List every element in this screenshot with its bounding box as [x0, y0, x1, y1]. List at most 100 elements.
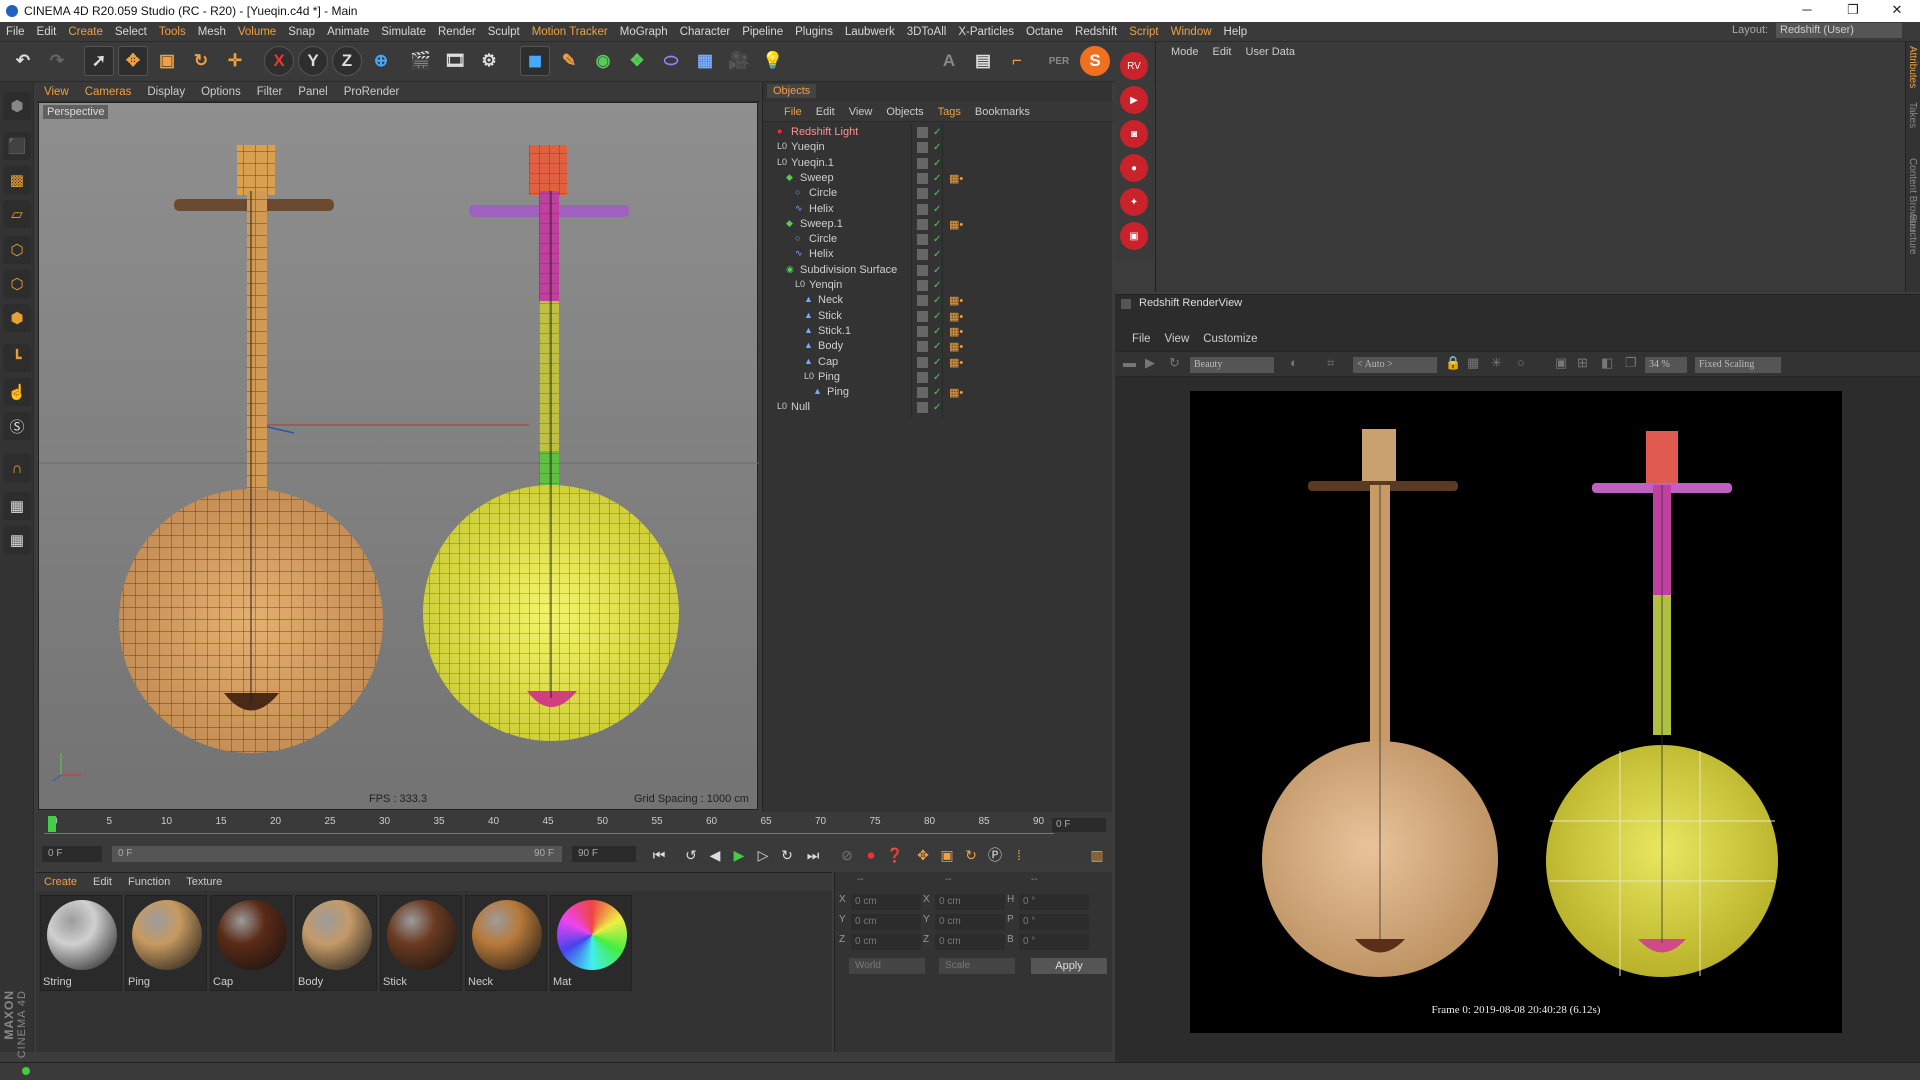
zoom-field[interactable]: 34 % — [1645, 357, 1687, 373]
camera-icon[interactable]: 🎥 — [724, 46, 754, 76]
pen-spline-icon[interactable]: ✎ — [554, 46, 584, 76]
material-menu-create[interactable]: Create — [36, 876, 85, 888]
editor-visibility-toggle[interactable] — [917, 341, 928, 353]
enabled-check-icon[interactable]: ✓ — [933, 233, 941, 247]
attribute-menu-user-data[interactable]: User Data — [1239, 46, 1303, 58]
menu-mesh[interactable]: Mesh — [192, 26, 232, 38]
redshift-ipr-icon[interactable]: ▶ — [1120, 86, 1148, 114]
enabled-check-icon[interactable]: ✓ — [933, 279, 941, 293]
minimize-button[interactable]: ─ — [1784, 0, 1830, 22]
coord-value-field[interactable]: 0 cm — [935, 914, 1005, 930]
apply-button[interactable]: Apply — [1031, 958, 1107, 974]
film-icon[interactable]: ▬ — [1123, 355, 1136, 370]
texture-tag-icon[interactable]: ▦• — [949, 340, 963, 354]
next-frame-icon[interactable]: ▷ — [752, 844, 774, 866]
enabled-check-icon[interactable]: ✓ — [933, 248, 941, 262]
coord-value-field[interactable]: 0 cm — [851, 914, 921, 930]
menu-tools[interactable]: Tools — [153, 26, 192, 38]
editor-visibility-toggle[interactable] — [917, 157, 928, 169]
viewport-menu-filter[interactable]: Filter — [249, 86, 291, 98]
menu-sculpt[interactable]: Sculpt — [482, 26, 526, 38]
menu-select[interactable]: Select — [109, 26, 153, 38]
go-to-start-icon[interactable]: ⏮ — [648, 844, 670, 866]
material-menu-texture[interactable]: Texture — [178, 876, 230, 888]
menu-animate[interactable]: Animate — [321, 26, 375, 38]
menu-mograph[interactable]: MoGraph — [614, 26, 674, 38]
viewport-menu-panel[interactable]: Panel — [290, 86, 335, 98]
menu-laubwerk[interactable]: Laubwerk — [839, 26, 901, 38]
editor-visibility-toggle[interactable] — [917, 402, 928, 414]
object-menu-bookmarks[interactable]: Bookmarks — [968, 106, 1037, 118]
perspective-viewport[interactable]: Perspective FPS: 333.3 Grid Spacing: 1… — [38, 102, 759, 810]
enabled-check-icon[interactable]: ✓ — [933, 386, 941, 400]
timeline-window-icon[interactable]: ▥ — [1086, 844, 1108, 866]
menu-redshift[interactable]: Redshift — [1069, 26, 1123, 38]
coord-value-field[interactable]: 0 cm — [851, 894, 921, 910]
redshift-snapshot-icon[interactable]: ▣ — [1120, 222, 1148, 250]
enabled-check-icon[interactable]: ✓ — [933, 203, 941, 217]
text-tool-icon[interactable]: A — [934, 46, 964, 76]
editor-visibility-toggle[interactable] — [917, 280, 928, 291]
enabled-check-icon[interactable]: ✓ — [933, 371, 941, 385]
editor-visibility-toggle[interactable] — [917, 371, 928, 383]
snap-icon[interactable]: Ⓢ — [3, 412, 31, 440]
frame-ruler[interactable]: 051015202530354045505560657075808590 — [44, 816, 1054, 834]
lock-icon[interactable]: 🔒 — [1445, 355, 1461, 371]
side-tab-attributes[interactable]: Attributes — [1907, 46, 1918, 88]
panel-grip-icon[interactable] — [1121, 299, 1131, 309]
enabled-check-icon[interactable]: ✓ — [933, 172, 941, 186]
renderview-menu-file[interactable]: File — [1125, 333, 1158, 345]
grid-icon[interactable]: ▦ — [1467, 355, 1479, 371]
timeline-ruler[interactable]: 051015202530354045505560657075808590 0 F — [36, 812, 1112, 836]
editor-visibility-toggle[interactable] — [917, 203, 928, 215]
menu-window[interactable]: Window — [1165, 26, 1218, 38]
menu-help[interactable]: Help — [1218, 26, 1254, 38]
side-tab-takes[interactable]: Takes — [1907, 102, 1918, 128]
viewport-menu-options[interactable]: Options — [193, 86, 249, 98]
editor-visibility-toggle[interactable] — [917, 172, 928, 184]
redshift-stop-icon[interactable]: ● — [1120, 154, 1148, 182]
coord-value-field[interactable]: 0 ° — [1019, 894, 1089, 910]
menu-script[interactable]: Script — [1123, 26, 1164, 38]
object-menu-edit[interactable]: Edit — [809, 106, 842, 118]
editor-visibility-toggle[interactable] — [917, 387, 928, 399]
key-position-icon[interactable]: ✥ — [912, 844, 934, 866]
tweak-mode-icon[interactable]: ☝ — [3, 378, 31, 406]
editor-visibility-toggle[interactable] — [917, 249, 928, 261]
current-frame-field[interactable]: 0 F — [1052, 818, 1106, 832]
material-menu-function[interactable]: Function — [120, 876, 178, 888]
region-select[interactable]: < Auto > — [1353, 357, 1437, 373]
material-swatch[interactable]: Mat — [550, 895, 632, 991]
menu-file[interactable]: File — [0, 26, 31, 38]
per-icon[interactable]: PER — [1044, 46, 1074, 76]
renderview-menu-customize[interactable]: Customize — [1196, 333, 1264, 345]
material-swatch[interactable]: Neck — [465, 895, 547, 991]
copy-icon[interactable]: ❐ — [1625, 355, 1637, 371]
editor-visibility-toggle[interactable] — [917, 295, 928, 307]
viewport-menu-prorender[interactable]: ProRender — [336, 86, 408, 98]
transform-tool-icon[interactable]: ✛ — [220, 46, 250, 76]
select-tool-icon[interactable]: ➚ — [84, 46, 114, 76]
model-mode-icon[interactable]: ⬛ — [3, 132, 31, 160]
render-view-icon[interactable]: 🎬 — [406, 46, 436, 76]
crop-icon[interactable]: ⌗ — [1327, 355, 1334, 371]
material-swatch[interactable]: Body — [295, 895, 377, 991]
material-swatch[interactable]: Ping — [125, 895, 207, 991]
editor-visibility-toggle[interactable] — [917, 264, 928, 276]
end-frame-field[interactable]: 90 F — [572, 846, 636, 862]
enabled-check-icon[interactable]: ✓ — [933, 218, 941, 232]
material-swatch[interactable]: Stick — [380, 895, 462, 991]
y-axis-button[interactable]: Y — [298, 46, 328, 76]
texture-tag-icon[interactable]: ▦• — [949, 386, 963, 400]
menu-character[interactable]: Character — [674, 26, 737, 38]
coord-value-field[interactable]: 0 ° — [1019, 934, 1089, 950]
x-axis-button[interactable]: X — [264, 46, 294, 76]
enabled-check-icon[interactable]: ✓ — [933, 157, 941, 171]
enabled-check-icon[interactable]: ✓ — [933, 340, 941, 354]
next-key-icon[interactable]: ↻ — [776, 844, 798, 866]
coordinate-mode-select[interactable]: Scale — [939, 958, 1015, 974]
editor-visibility-toggle[interactable] — [917, 188, 928, 200]
viewport-menu-cameras[interactable]: Cameras — [77, 86, 140, 98]
menu-octane[interactable]: Octane — [1020, 26, 1069, 38]
restore-button[interactable]: ❐ — [1830, 0, 1876, 22]
